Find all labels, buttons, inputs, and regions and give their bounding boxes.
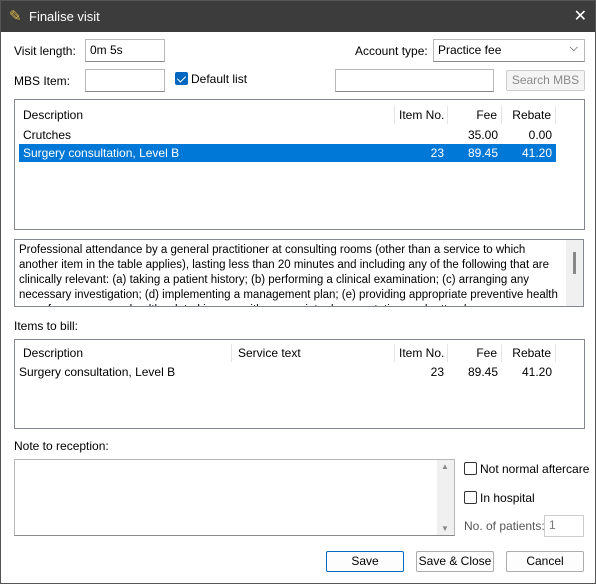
row-description: Surgery consultation, Level B bbox=[23, 146, 180, 160]
mbs-item-label: MBS Item: bbox=[14, 74, 71, 88]
item-description-text: Professional attendance by a general pra… bbox=[14, 239, 584, 307]
close-icon[interactable]: ✕ bbox=[574, 6, 587, 26]
account-type-label: Account type: bbox=[355, 44, 428, 58]
mbs-item-field[interactable] bbox=[85, 69, 165, 92]
note-to-reception-field[interactable]: ▲ ▼ bbox=[14, 459, 455, 536]
not-normal-aftercare-label: Not normal aftercare bbox=[480, 462, 590, 476]
row-rebate: 41.20 bbox=[521, 365, 552, 379]
row-rebate: 0.00 bbox=[528, 128, 552, 142]
app-logo-icon: ✎ bbox=[9, 8, 22, 25]
description-scrollbar[interactable] bbox=[566, 240, 583, 306]
column-header-rebate[interactable]: Rebate bbox=[502, 106, 556, 124]
save-button[interactable]: Save bbox=[326, 551, 404, 572]
items-to-bill-list[interactable]: Description Service text Item No. Fee Re… bbox=[14, 339, 585, 429]
patients-field[interactable]: 1 bbox=[544, 515, 584, 537]
title-bar: ✎ Finalise visit ✕ bbox=[1, 1, 595, 32]
finalise-visit-dialog: ✎ Finalise visit ✕ Visit length: 0m 5s A… bbox=[0, 0, 596, 584]
row-rebate: 41.20 bbox=[521, 146, 552, 160]
row-fee: 89.45 bbox=[467, 146, 498, 160]
default-list-label: Default list bbox=[191, 72, 248, 86]
column-header-description[interactable]: Description bbox=[17, 106, 395, 124]
items-list[interactable]: Description Item No. Fee Rebate Crutches… bbox=[14, 99, 585, 230]
save-close-button[interactable]: Save & Close bbox=[416, 551, 494, 572]
table-row[interactable]: Surgery consultation, Level B 23 89.45 4… bbox=[15, 363, 556, 381]
row-description: Surgery consultation, Level B bbox=[19, 365, 176, 379]
note-to-reception-label: Note to reception: bbox=[14, 439, 109, 453]
note-scrollbar[interactable]: ▲ ▼ bbox=[437, 460, 454, 535]
column-header-item-no[interactable]: Item No. bbox=[395, 106, 448, 124]
in-hospital-label: In hospital bbox=[480, 491, 535, 505]
default-list-checkbox[interactable] bbox=[175, 72, 188, 85]
table-row-selected[interactable]: Surgery consultation, Level B 23 89.45 4… bbox=[19, 144, 556, 162]
in-hospital-checkbox[interactable] bbox=[464, 491, 477, 504]
scroll-down-icon[interactable]: ▼ bbox=[441, 524, 449, 533]
row-service-text bbox=[232, 363, 395, 381]
column-header-fee[interactable]: Fee bbox=[448, 106, 502, 124]
column-header-description[interactable]: Description bbox=[17, 344, 232, 362]
visit-length-label: Visit length: bbox=[14, 44, 76, 58]
window-title: Finalise visit bbox=[29, 9, 100, 24]
items-list-header: Description Item No. Fee Rebate bbox=[15, 106, 556, 124]
row-fee: 89.45 bbox=[467, 365, 498, 379]
account-type-value: Practice fee bbox=[438, 43, 502, 57]
row-item-no bbox=[395, 126, 448, 144]
column-header-service-text[interactable]: Service text bbox=[232, 344, 395, 362]
scrollbar-thumb[interactable] bbox=[573, 252, 576, 274]
row-item-no: 23 bbox=[430, 365, 444, 379]
table-row[interactable]: Crutches 35.00 0.00 bbox=[15, 126, 556, 144]
account-type-select[interactable]: Practice fee ⌵ bbox=[433, 39, 585, 62]
scroll-up-icon[interactable]: ▲ bbox=[441, 462, 449, 471]
search-mbs-button[interactable]: Search MBS bbox=[506, 70, 585, 91]
row-fee: 35.00 bbox=[467, 128, 498, 142]
column-header-fee[interactable]: Fee bbox=[448, 344, 502, 362]
row-description: Crutches bbox=[23, 128, 72, 142]
column-header-rebate[interactable]: Rebate bbox=[502, 344, 556, 362]
bill-list-header: Description Service text Item No. Fee Re… bbox=[15, 344, 556, 362]
column-header-item-no[interactable]: Item No. bbox=[395, 344, 448, 362]
patients-label: No. of patients: bbox=[464, 519, 545, 533]
item-description: Professional attendance by a general pra… bbox=[19, 244, 558, 306]
row-item-no: 23 bbox=[430, 146, 444, 160]
visit-length-field[interactable]: 0m 5s bbox=[85, 39, 165, 62]
chevron-down-icon: ⌵ bbox=[569, 42, 578, 54]
cancel-button[interactable]: Cancel bbox=[506, 551, 584, 572]
search-field[interactable] bbox=[335, 69, 494, 92]
items-to-bill-label: Items to bill: bbox=[14, 319, 79, 333]
not-normal-aftercare-checkbox[interactable] bbox=[464, 462, 477, 475]
